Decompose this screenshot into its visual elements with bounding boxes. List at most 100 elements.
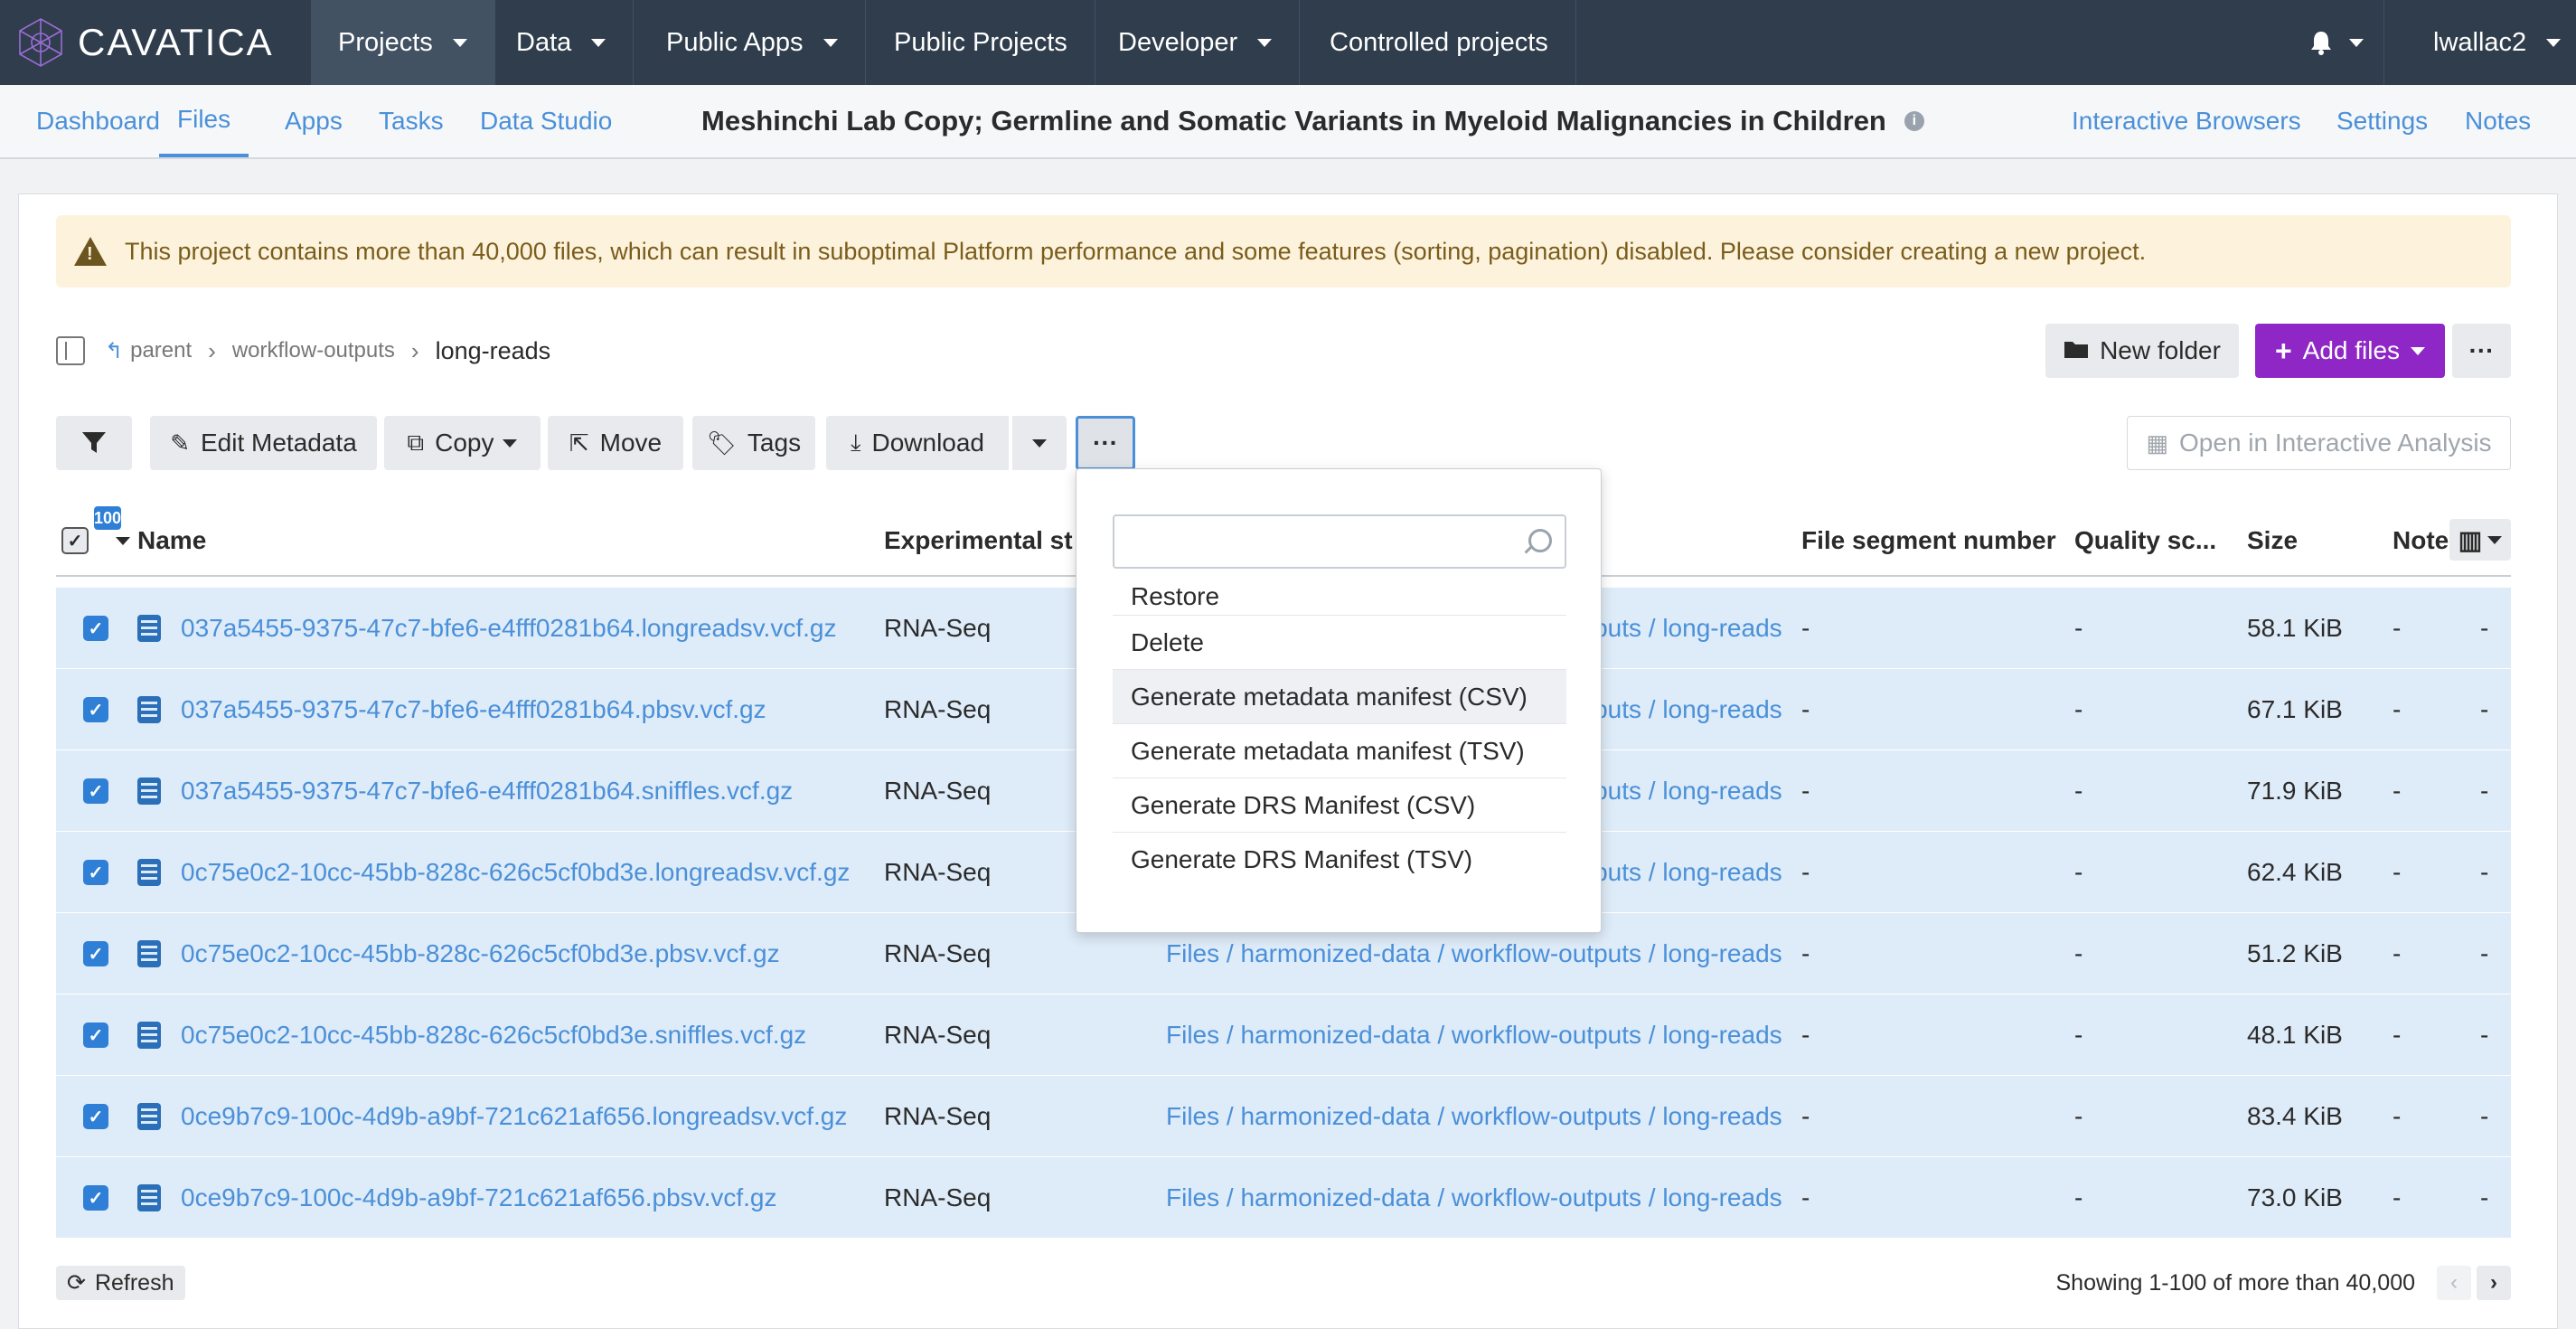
nav-public-projects[interactable]: Public Projects bbox=[867, 0, 1095, 85]
table-row[interactable]: ✓ 0ce9b7c9-100c-4d9b-a9bf-721c621af656.p… bbox=[56, 1157, 2511, 1239]
file-name-link[interactable]: 0ce9b7c9-100c-4d9b-a9bf-721c621af656.pbs… bbox=[181, 1183, 777, 1212]
column-size[interactable]: Size bbox=[2247, 506, 2383, 575]
nav-public-apps-label: Public Apps bbox=[666, 27, 804, 57]
row-checkbox[interactable]: ✓ bbox=[83, 1076, 108, 1157]
nav-data[interactable]: Data bbox=[489, 0, 635, 85]
column-file-segment-number[interactable]: File segment number bbox=[1801, 506, 2073, 575]
row-checkbox[interactable]: ✓ bbox=[83, 1157, 108, 1239]
warning-icon: ! bbox=[74, 237, 107, 266]
edit-metadata-label: Edit Metadata bbox=[201, 429, 357, 457]
next-page-button[interactable]: › bbox=[2477, 1266, 2511, 1300]
sidebar-toggle-icon[interactable] bbox=[56, 336, 85, 365]
nav-controlled-projects[interactable]: Controlled projects bbox=[1302, 0, 1576, 85]
tab-apps[interactable]: Apps bbox=[285, 85, 343, 157]
menu-item-drs-manifest-tsv[interactable]: Generate DRS Manifest (TSV) bbox=[1113, 833, 1566, 887]
column-note[interactable]: Note bbox=[2393, 506, 2456, 575]
file-name-cell[interactable]: 0c75e0c2-10cc-45bb-828c-626c5cf0bd3e.pbs… bbox=[137, 913, 906, 994]
extra-cell: - bbox=[2480, 858, 2489, 886]
file-name-link[interactable]: 037a5455-9375-47c7-bfe6-e4fff0281b64.sni… bbox=[181, 777, 793, 806]
cavatica-logo[interactable]: CAVATICA bbox=[14, 9, 274, 76]
file-name-link[interactable]: 0ce9b7c9-100c-4d9b-a9bf-721c621af656.lon… bbox=[181, 1102, 847, 1131]
file-name-link[interactable]: 0c75e0c2-10cc-45bb-828c-626c5cf0bd3e.sni… bbox=[181, 1021, 806, 1050]
prev-page-button[interactable]: ‹ bbox=[2437, 1266, 2471, 1300]
file-name-cell[interactable]: 037a5455-9375-47c7-bfe6-e4fff0281b64.pbs… bbox=[137, 669, 906, 750]
select-menu-toggle[interactable] bbox=[116, 506, 134, 575]
new-folder-button[interactable]: New folder bbox=[2045, 324, 2239, 378]
tab-files[interactable]: Files bbox=[159, 85, 249, 157]
row-checkbox[interactable]: ✓ bbox=[83, 669, 108, 750]
chevron-down-icon bbox=[591, 38, 606, 47]
location-cell[interactable]: Files / harmonized-data / workflow-outpu… bbox=[1166, 1157, 1799, 1239]
tags-button[interactable]: 🏷 Tags bbox=[692, 416, 815, 470]
file-name-cell[interactable]: 037a5455-9375-47c7-bfe6-e4fff0281b64.lon… bbox=[137, 588, 906, 669]
row-checkbox[interactable]: ✓ bbox=[83, 588, 108, 669]
download-button[interactable]: ⤓ Download bbox=[826, 416, 1009, 470]
menu-item-restore[interactable]: Restore bbox=[1113, 583, 1566, 616]
file-name-cell[interactable]: 0c75e0c2-10cc-45bb-828c-626c5cf0bd3e.lon… bbox=[137, 832, 906, 913]
move-button[interactable]: ⇱ Move bbox=[548, 416, 683, 470]
download-dropdown-toggle[interactable] bbox=[1012, 416, 1067, 470]
row-checkbox[interactable]: ✓ bbox=[83, 750, 108, 832]
row-checkbox[interactable]: ✓ bbox=[83, 832, 108, 913]
user-menu[interactable]: lwallac2 bbox=[2433, 0, 2562, 85]
column-quality-score[interactable]: Quality sc... bbox=[2074, 506, 2246, 575]
file-name-cell[interactable]: 0ce9b7c9-100c-4d9b-a9bf-721c621af656.pbs… bbox=[137, 1157, 906, 1239]
strategy-cell: RNA-Seq bbox=[884, 1021, 992, 1049]
breadcrumb-parent[interactable]: parent bbox=[130, 338, 192, 363]
tab-data-studio[interactable]: Data Studio bbox=[480, 85, 612, 157]
table-icon: ▦ bbox=[2146, 429, 2169, 457]
column-name[interactable]: Name bbox=[137, 506, 680, 575]
file-name-cell[interactable]: 037a5455-9375-47c7-bfe6-e4fff0281b64.sni… bbox=[137, 750, 906, 832]
cavatica-logo-icon bbox=[19, 18, 62, 67]
tab-settings[interactable]: Settings bbox=[2336, 85, 2428, 157]
filter-button[interactable] bbox=[56, 416, 132, 470]
open-interactive-analysis-button[interactable]: ▦ Open in Interactive Analysis bbox=[2127, 416, 2511, 470]
ellipsis-icon: ··· bbox=[2468, 336, 2495, 364]
segment-cell: - bbox=[1801, 614, 1810, 642]
note-cell: - bbox=[2393, 614, 2402, 642]
chevron-down-icon bbox=[2546, 38, 2562, 47]
column-settings-button[interactable]: ▥ bbox=[2449, 519, 2511, 561]
file-name-link[interactable]: 0c75e0c2-10cc-45bb-828c-626c5cf0bd3e.pbs… bbox=[181, 939, 780, 968]
add-files-button[interactable]: + Add files bbox=[2255, 324, 2445, 378]
table-row[interactable]: ✓ 0c75e0c2-10cc-45bb-828c-626c5cf0bd3e.s… bbox=[56, 994, 2511, 1076]
notifications-button[interactable] bbox=[2309, 0, 2364, 85]
move-icon: ⇱ bbox=[569, 429, 589, 457]
location-cell[interactable]: Files / harmonized-data / workflow-outpu… bbox=[1166, 994, 1799, 1076]
tab-dashboard[interactable]: Dashboard bbox=[36, 85, 160, 157]
menu-item-delete[interactable]: Delete bbox=[1113, 616, 1566, 670]
breadcrumb-middle[interactable]: workflow-outputs bbox=[232, 338, 395, 363]
file-name-link[interactable]: 0c75e0c2-10cc-45bb-828c-626c5cf0bd3e.lon… bbox=[181, 858, 850, 887]
nav-public-apps[interactable]: Public Apps bbox=[639, 0, 866, 85]
tab-notes[interactable]: Notes bbox=[2465, 85, 2531, 157]
tab-interactive-browsers[interactable]: Interactive Browsers bbox=[2072, 85, 2301, 157]
row-checkbox[interactable]: ✓ bbox=[83, 913, 108, 994]
segment-cell: - bbox=[1801, 939, 1810, 967]
menu-item-drs-manifest-csv[interactable]: Generate DRS Manifest (CSV) bbox=[1113, 778, 1566, 833]
menu-item-metadata-manifest-csv[interactable]: Generate metadata manifest (CSV) bbox=[1113, 670, 1566, 724]
file-name-link[interactable]: 037a5455-9375-47c7-bfe6-e4fff0281b64.lon… bbox=[181, 614, 836, 643]
file-name-link[interactable]: 037a5455-9375-47c7-bfe6-e4fff0281b64.pbs… bbox=[181, 695, 766, 724]
size-cell: 71.9 KiB bbox=[2247, 777, 2343, 805]
nav-developer[interactable]: Developer bbox=[1091, 0, 1301, 85]
chevron-down-icon bbox=[452, 38, 467, 47]
nav-projects[interactable]: Projects bbox=[311, 0, 495, 85]
info-icon[interactable]: i bbox=[1904, 111, 1924, 131]
more-options-button[interactable]: ··· bbox=[2452, 324, 2511, 378]
menu-search-input[interactable] bbox=[1113, 514, 1566, 569]
file-name-cell[interactable]: 0ce9b7c9-100c-4d9b-a9bf-721c621af656.lon… bbox=[137, 1076, 906, 1157]
more-actions-button[interactable]: ··· bbox=[1076, 416, 1135, 470]
file-icon bbox=[137, 859, 161, 886]
table-row[interactable]: ✓ 0ce9b7c9-100c-4d9b-a9bf-721c621af656.l… bbox=[56, 1076, 2511, 1157]
edit-metadata-button[interactable]: ✎ Edit Metadata bbox=[150, 416, 377, 470]
file-icon bbox=[137, 1103, 161, 1130]
menu-item-metadata-manifest-tsv[interactable]: Generate metadata manifest (TSV) bbox=[1113, 724, 1566, 778]
file-name-cell[interactable]: 0c75e0c2-10cc-45bb-828c-626c5cf0bd3e.sni… bbox=[137, 994, 906, 1076]
copy-button[interactable]: ⧉ Copy bbox=[384, 416, 541, 470]
row-checkbox[interactable]: ✓ bbox=[83, 994, 108, 1076]
location-cell[interactable]: Files / harmonized-data / workflow-outpu… bbox=[1166, 1076, 1799, 1157]
refresh-icon: ⟳ bbox=[67, 1270, 86, 1296]
refresh-button[interactable]: ⟳ Refresh bbox=[56, 1266, 185, 1300]
tab-tasks[interactable]: Tasks bbox=[379, 85, 444, 157]
pagination: Showing 1-100 of more than 40,000 ‹ › bbox=[2056, 1266, 2511, 1300]
